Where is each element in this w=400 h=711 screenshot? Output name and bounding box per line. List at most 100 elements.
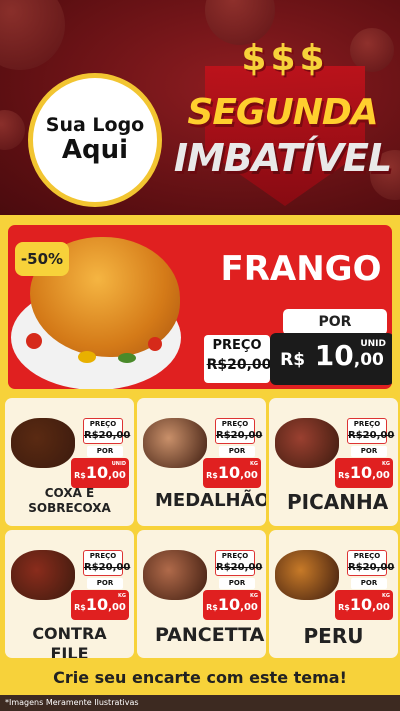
por-label: POR — [351, 578, 387, 589]
medallion-skewers-icon — [143, 418, 207, 468]
old-price-box: PREÇO R$20,00 — [215, 550, 263, 576]
price-integer: 10 — [217, 463, 241, 482]
pancetta-board-icon — [143, 550, 207, 600]
product-name: PICANHA — [287, 490, 389, 514]
logo-placeholder: Sua Logo Aqui — [28, 73, 162, 207]
new-price: R$10,00 — [335, 595, 393, 614]
por-label: POR — [283, 309, 387, 335]
title-line1: SEGUNDA — [187, 92, 378, 133]
tomato-garnish — [148, 337, 162, 351]
price-cents: ,00 — [353, 350, 384, 370]
product-card[interactable]: PREÇO R$20,00 POR KG R$10,00 PERU — [269, 530, 398, 658]
sliced-picanha-icon — [275, 418, 339, 468]
pan-drumsticks-icon — [11, 418, 75, 468]
dollar-signs: $$$ — [241, 38, 329, 79]
por-label: POR — [87, 578, 123, 589]
product-name: PERU — [303, 624, 364, 648]
tomato-garnish — [26, 333, 42, 349]
product-name: COXA E SOBRECOXA — [28, 486, 111, 515]
old-price: R$20,00 — [84, 562, 131, 573]
old-price: R$20,00 — [348, 430, 395, 441]
product-name: CONTRA FILE — [32, 624, 107, 658]
footer-cta[interactable]: Crie seu encarte com este tema! — [0, 663, 400, 693]
title-line2: IMBATÍVEL — [173, 136, 392, 180]
coin-decoration — [0, 110, 25, 150]
product-card[interactable]: PREÇO R$20,00 POR UNID R$10,00 COXA E SOBRECO… — [5, 398, 134, 526]
product-name: PANCETTA — [155, 624, 265, 646]
old-price-box: PREÇO R$20,00 — [347, 550, 395, 576]
logo-text-line2: Aqui — [61, 135, 129, 166]
price-integer: 10 — [349, 595, 373, 614]
new-price-box: UNID R$10,00 — [71, 458, 129, 488]
new-price: R$10,00 — [71, 595, 129, 614]
new-price-box: KG R$10,00 — [203, 590, 261, 620]
old-price-box: PREÇO R$20,00 — [215, 418, 263, 444]
roast-turkey-icon — [275, 550, 339, 600]
new-price: R$10,00 — [335, 463, 393, 482]
por-label: POR — [219, 446, 255, 457]
new-price: R$10,00 — [203, 463, 261, 482]
por-label: POR — [351, 446, 387, 457]
price-integer: 10 — [314, 339, 354, 372]
currency-symbol: R$ — [206, 471, 218, 480]
old-price: R$20,00 — [348, 562, 395, 573]
price-cents: ,00 — [240, 470, 258, 481]
featured-offer-card[interactable]: -50% FRANGO POR PREÇO R$20,00 UNID R$ 10… — [5, 222, 395, 392]
footer-bar: *Imagens Meramente Ilustrativas — [0, 695, 400, 711]
logo-text-line1: Sua Logo — [45, 114, 145, 137]
new-price: R$10,00 — [203, 595, 261, 614]
product-card[interactable]: PREÇO R$20,00 POR KG R$10,00 PANCETTA — [137, 530, 266, 658]
new-price-box: KG R$10,00 — [335, 590, 393, 620]
preco-label: PREÇO — [212, 338, 262, 353]
preco-label: PREÇO — [353, 552, 381, 560]
steak-icon — [11, 550, 75, 600]
old-price: R$20,00 — [84, 430, 131, 441]
currency-symbol: R$ — [280, 350, 306, 370]
old-price: R$20,00 — [206, 357, 272, 373]
price-cents: ,00 — [108, 602, 126, 613]
old-price-box: PREÇO R$20,00 — [83, 418, 131, 444]
old-price: R$20,00 — [216, 430, 263, 441]
price-integer: 10 — [217, 595, 241, 614]
product-card[interactable]: PREÇO R$20,00 POR KG R$10,00 MEDALHÃO — [137, 398, 266, 526]
preco-label: PREÇO — [221, 420, 249, 428]
coin-decoration — [0, 0, 65, 70]
price-cents: ,00 — [372, 470, 390, 481]
price-cents: ,00 — [372, 602, 390, 613]
preco-label: PREÇO — [221, 552, 249, 560]
lemon-garnish — [78, 351, 96, 363]
new-price-box: KG R$10,00 — [71, 590, 129, 620]
new-price: R$ 10,00 — [270, 339, 392, 372]
old-price-box: PREÇO R$20,00 — [83, 550, 131, 576]
new-price-box: KG R$10,00 — [335, 458, 393, 488]
price-integer: 10 — [85, 463, 109, 482]
new-price-box: UNID R$ 10,00 — [270, 333, 392, 385]
new-price: R$10,00 — [71, 463, 129, 482]
currency-symbol: R$ — [74, 603, 86, 612]
featured-product-name: FRANGO — [220, 249, 382, 289]
price-integer: 10 — [349, 463, 373, 482]
por-label: POR — [87, 446, 123, 457]
old-price-box: PREÇO R$20,00 — [347, 418, 395, 444]
por-label: POR — [219, 578, 255, 589]
price-integer: 10 — [85, 595, 109, 614]
old-price: R$20,00 — [216, 562, 263, 573]
product-card[interactable]: PREÇO R$20,00 POR KG R$10,00 CONTRA FILE — [5, 530, 134, 658]
price-cents: ,00 — [108, 470, 126, 481]
preco-label: PREÇO — [89, 552, 117, 560]
old-price-box: PREÇO R$20,00 — [204, 335, 272, 383]
header-banner: Sua Logo Aqui $$$ SEGUNDA IMBATÍVEL — [0, 0, 400, 215]
currency-symbol: R$ — [206, 603, 218, 612]
currency-symbol: R$ — [74, 471, 86, 480]
product-name: MEDALHÃO — [155, 490, 266, 511]
discount-badge: -50% — [15, 242, 69, 276]
product-card[interactable]: PREÇO R$20,00 POR KG R$10,00 PICANHA — [269, 398, 398, 526]
preco-label: PREÇO — [89, 420, 117, 428]
new-price-box: KG R$10,00 — [203, 458, 261, 488]
herb-garnish — [118, 353, 136, 363]
price-cents: ,00 — [240, 602, 258, 613]
currency-symbol: R$ — [338, 471, 350, 480]
currency-symbol: R$ — [338, 603, 350, 612]
disclaimer-note: *Imagens Meramente Ilustrativas — [5, 698, 139, 707]
campaign-title: $$$ SEGUNDA IMBATÍVEL — [170, 38, 395, 208]
